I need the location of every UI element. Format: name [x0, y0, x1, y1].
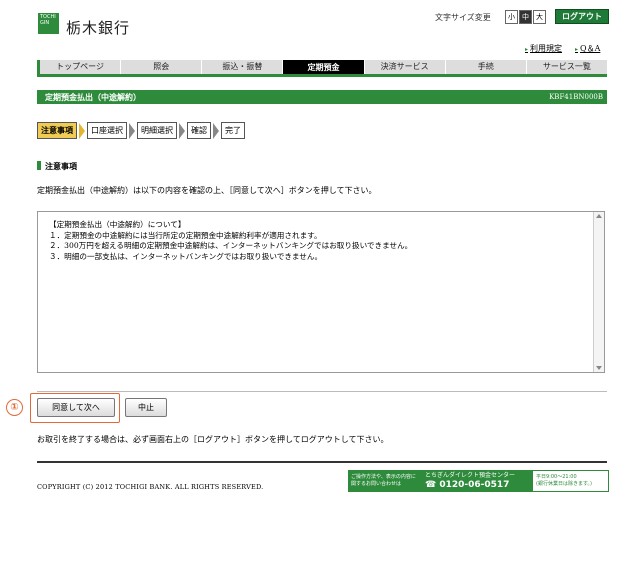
- terms-item: ３．明細の一部支払は、インターネットバンキングではお取り扱いできません。: [49, 251, 323, 261]
- terms-link-label[interactable]: 利用規定: [530, 44, 562, 53]
- section-header: 定期預金払出（中途解約） KBF41BN000B: [37, 90, 607, 104]
- nav-item-time-deposit[interactable]: 定期預金: [282, 60, 364, 74]
- phone-number: 0120-06-0517: [439, 480, 510, 490]
- free-dial-icon: ☎: [425, 480, 440, 490]
- link-arrow-icon: ▸: [575, 46, 579, 53]
- subheading-text: 注意事項: [45, 161, 77, 171]
- faq-link-label[interactable]: Q＆A: [580, 44, 600, 53]
- contact-phone: ☎ 0120-06-0517: [425, 480, 531, 490]
- faq-link[interactable]: ▸ Q＆A: [575, 43, 600, 54]
- screen-code: KBF41BN000B: [549, 93, 603, 101]
- step-arrow-icon: [79, 122, 85, 139]
- step-arrow-icon: [213, 122, 219, 139]
- terms-item: １．定期預金の中途解約には当行所定の定期預金中途解約利率が適用されます。: [49, 230, 322, 240]
- contact-note-line: ご操作方法や、表示の内容に: [351, 474, 416, 480]
- hours-line: (銀行休業日は除きます。): [536, 481, 592, 487]
- page-title: 定期預金払出（中途解約）: [45, 92, 141, 102]
- main-nav: トップページ 照会 振込・振替 定期預金 決済サービス 手続 サービス一覧: [37, 60, 607, 77]
- step-complete: 完了: [221, 122, 245, 139]
- step-arrow-icon: [129, 122, 135, 139]
- annotation-number: ①: [6, 399, 23, 416]
- nav-item-transfer[interactable]: 振込・振替: [201, 60, 282, 74]
- section-subheading: 注意事項: [37, 161, 77, 172]
- logout-button[interactable]: ログアウト: [555, 9, 609, 24]
- divider: [37, 391, 607, 392]
- font-size-label: 文字サイズ変更: [435, 13, 491, 22]
- nav-item-inquiry[interactable]: 照会: [120, 60, 201, 74]
- contact-center-name: とちぎんダイレクト預金センター: [425, 472, 516, 479]
- step-detail-select: 明細選択: [137, 122, 177, 139]
- step-account-select: 口座選択: [87, 122, 127, 139]
- logout-notice: お取引を終了する場合は、必ず画面右上の［ログアウト］ボタンを押してログアウトして…: [37, 435, 389, 444]
- instruction-text: 定期預金払出（中途解約）は以下の内容を確認の上、［同意して次へ］ボタンを押して下…: [37, 186, 377, 195]
- agree-next-button[interactable]: 同意して次へ: [37, 398, 115, 417]
- hours-line: 平日9:00〜21:00: [536, 474, 577, 480]
- nav-item-top[interactable]: トップページ: [37, 60, 120, 74]
- contact-center: とちぎんダイレクト預金センター ☎ 0120-06-0517: [423, 471, 533, 491]
- step-notice: 注意事項: [37, 122, 77, 139]
- terms-item: ２．300万円を超える明細の定期預金中途解約は、インターネットバンキングではお取…: [49, 241, 413, 250]
- step-arrow-icon: [179, 122, 185, 139]
- terms-textbox[interactable]: 【定期預金払出（中途解約）について】 １．定期預金の中途解約には当行所定の定期預金…: [37, 211, 605, 373]
- terms-content: 【定期預金払出（中途解約）について】 １．定期預金の中途解約には当行所定の定期預金…: [49, 220, 412, 262]
- copyright-text: COPYRIGHT (C) 2012 TOCHIGI BANK. ALL RIG…: [37, 483, 264, 491]
- contact-inquiry-note: ご操作方法や、表示の内容に 関するお問い合わせは: [349, 471, 423, 491]
- bank-name: 栃木銀行: [66, 19, 131, 37]
- contact-hours: 平日9:00〜21:00 (銀行休業日は除きます。): [533, 471, 608, 491]
- scroll-up-icon[interactable]: [596, 214, 602, 218]
- heading-marker-icon: [37, 161, 41, 170]
- cancel-button[interactable]: 中止: [125, 398, 167, 417]
- contact-banner: ご操作方法や、表示の内容に 関するお問い合わせは とちぎんダイレクト預金センター ☎…: [348, 470, 609, 492]
- font-size-large-button[interactable]: 大: [533, 10, 546, 24]
- contact-note-line: 関するお問い合わせは: [351, 481, 402, 487]
- footer-divider: [37, 461, 607, 463]
- font-size-small-button[interactable]: 小: [505, 10, 518, 24]
- terms-scrollbar[interactable]: [593, 212, 604, 372]
- nav-item-procedures[interactable]: 手続: [444, 60, 526, 74]
- step-indicator: 注意事項 口座選択 明細選択 確認 完了: [37, 122, 247, 139]
- nav-item-service-list[interactable]: サービス一覧: [525, 60, 607, 74]
- font-size-medium-button[interactable]: 中: [519, 10, 532, 24]
- step-confirm: 確認: [187, 122, 211, 139]
- bank-logo-mark: TOCHI GIN: [38, 13, 59, 34]
- link-arrow-icon: ▸: [525, 46, 529, 53]
- terms-title: 【定期預金払出（中途解約）について】: [49, 220, 186, 229]
- scroll-down-icon[interactable]: [596, 366, 602, 370]
- nav-item-payment-services[interactable]: 決済サービス: [363, 60, 445, 74]
- terms-link[interactable]: ▸ 利用規定: [525, 43, 562, 54]
